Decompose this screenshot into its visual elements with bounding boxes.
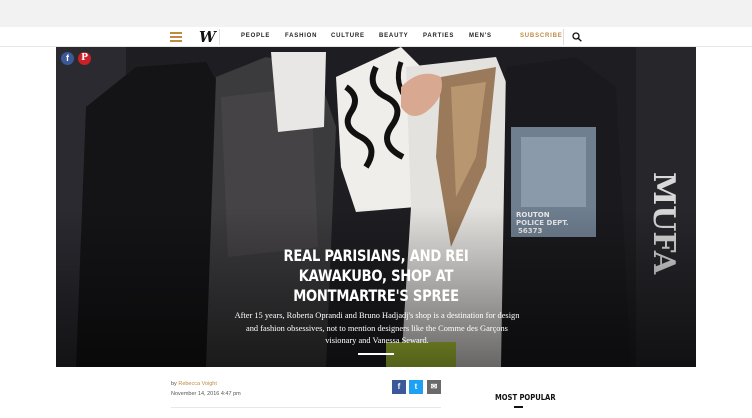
byline-prefix: by [171,381,177,387]
nav-item-parties[interactable]: PARTIES [423,33,454,39]
twitter-share-button[interactable]: t [409,380,423,394]
most-popular-heading: MOST POPULAR [495,393,556,402]
pinterest-share-icon[interactable]: P [78,52,91,65]
hero-accent-bar [358,353,394,355]
publish-date: November 14, 2016 4:47 pm [171,391,241,397]
article-divider [171,407,441,408]
facebook-share-icon[interactable]: f [61,52,74,65]
nav-item-people[interactable]: PEOPLE [241,33,270,39]
site-navbar: W PEOPLE FASHION CULTURE BEAUTY PARTIES … [0,27,752,47]
facebook-share-button[interactable]: f [392,380,406,394]
browser-top-strip [0,0,752,27]
nav-divider [219,29,220,45]
nav-item-mens[interactable]: MEN'S [469,33,492,39]
author-link[interactable]: Rebecca Voight [178,381,217,387]
email-share-button[interactable]: ✉ [427,380,441,394]
hero-image[interactable]: ROUTON POLICE DEPT. 56373 MUFA f P REAL … [56,47,696,367]
nav-item-beauty[interactable]: BEAUTY [379,33,408,39]
hamburger-menu-icon[interactable] [170,32,182,42]
search-icon[interactable] [572,32,582,42]
article-headline[interactable]: REAL PARISIANS, AND REI KAWAKUBO, SHOP A… [269,246,482,306]
subscribe-link[interactable]: SUBSCRIBE [520,33,563,39]
site-logo[interactable]: W [199,28,216,46]
nav-divider [563,29,564,45]
nav-item-fashion[interactable]: FASHION [285,33,317,39]
article-dek: After 15 years, Roberta Oprandi and Brun… [234,311,520,345]
most-popular-underline [514,406,523,408]
byline: by Rebecca Voight [171,381,217,387]
nav-item-culture[interactable]: CULTURE [331,33,365,39]
